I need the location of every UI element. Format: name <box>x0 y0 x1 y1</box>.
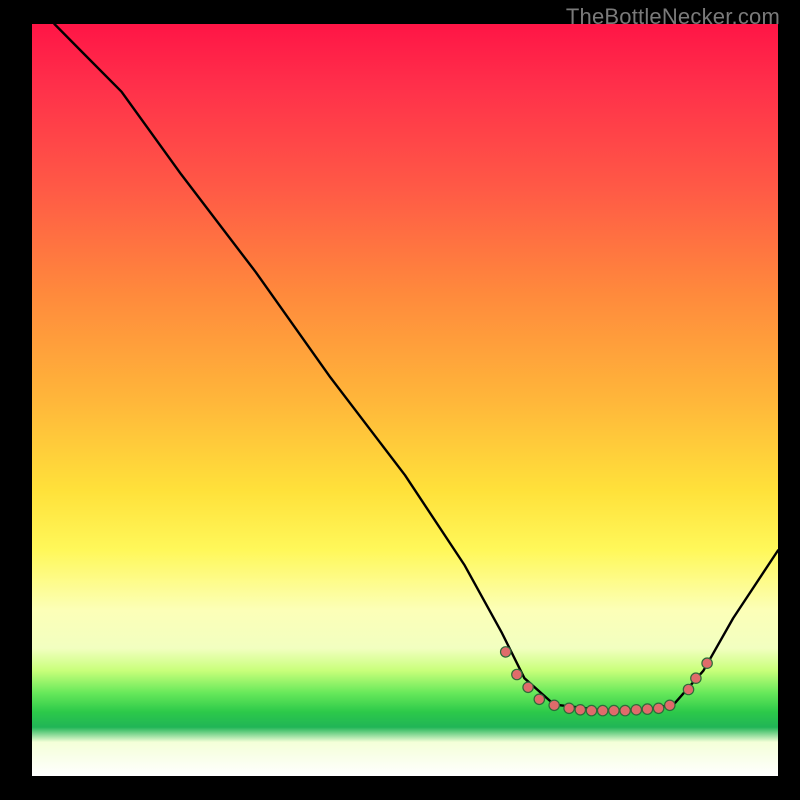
plot-area <box>32 24 778 776</box>
data-dot <box>620 705 630 715</box>
data-dot <box>609 705 619 715</box>
data-dot <box>683 684 693 694</box>
data-dot <box>549 700 559 710</box>
data-dot <box>631 705 641 715</box>
curve-layer <box>32 24 778 776</box>
data-dot <box>642 704 652 714</box>
data-dot <box>501 647 511 657</box>
data-dots <box>501 647 713 716</box>
data-dot <box>564 703 574 713</box>
data-dot <box>665 700 675 710</box>
data-dot <box>523 682 533 692</box>
data-dot <box>702 658 712 668</box>
chart-frame: TheBottleNecker.com <box>0 0 800 800</box>
data-dot <box>653 703 663 713</box>
data-dot <box>598 705 608 715</box>
data-dot <box>534 694 544 704</box>
data-dot <box>691 673 701 683</box>
data-dot <box>575 705 585 715</box>
data-dot <box>512 669 522 679</box>
data-dot <box>586 705 596 715</box>
bottleneck-curve <box>54 24 778 710</box>
